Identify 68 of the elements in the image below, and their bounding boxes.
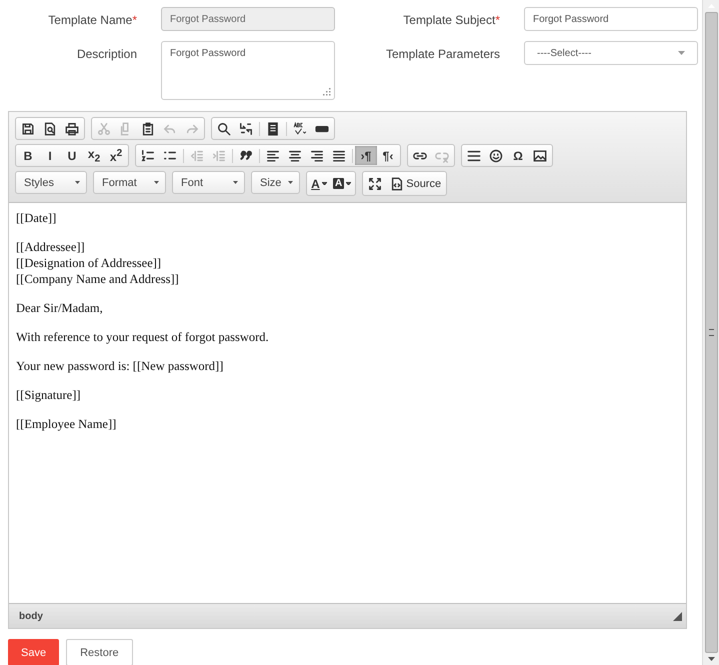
document-text: [[Designation of Addressee]] xyxy=(16,256,162,270)
horizontal-rule-icon xyxy=(467,148,481,162)
format-button[interactable]: I xyxy=(39,146,61,165)
document-text: With reference to your request of forgot password. xyxy=(16,330,269,344)
toolbar-dropdown[interactable]: Format xyxy=(93,171,166,194)
source-button[interactable]: Source xyxy=(386,174,446,193)
field-label: Description xyxy=(76,47,137,61)
text-area[interactable]: Forgot Password xyxy=(161,41,335,100)
clipboard-icon xyxy=(141,122,155,136)
scroll-down-arrow-icon[interactable] xyxy=(708,657,714,661)
toolbar-dropdown[interactable]: Font xyxy=(172,171,245,194)
justify-icon xyxy=(332,148,346,162)
indent-icon xyxy=(212,148,226,162)
maximize-icon xyxy=(368,176,382,190)
caret-icon xyxy=(154,181,159,184)
restore-button[interactable]: Restore xyxy=(66,639,133,665)
select-all-icon xyxy=(266,122,280,136)
text-field[interactable]: Forgot Password xyxy=(524,7,698,31)
replace-icon xyxy=(239,122,253,136)
toolbar-dropdown[interactable]: Size xyxy=(251,171,300,194)
format-button[interactable]: x$^{2}$ xyxy=(105,146,127,165)
background-color-button[interactable]: A xyxy=(330,174,354,193)
caret-icon xyxy=(346,182,352,185)
image-icon xyxy=(533,148,547,162)
field-label: Template Parameters xyxy=(386,47,500,61)
printer-icon xyxy=(65,122,79,136)
save-button[interactable]: Save xyxy=(8,639,60,665)
outdent-icon xyxy=(190,148,204,162)
document-text: [[Company Name and Address]] xyxy=(16,272,179,286)
document-text: [[Employee Name]] xyxy=(16,417,116,431)
scrollbar-thumb[interactable] xyxy=(704,12,718,653)
field-label: Template Name xyxy=(48,13,132,27)
document-text: [[Signature]] xyxy=(16,388,81,402)
format-button[interactable]: Ω xyxy=(507,146,529,165)
toolbar-dropdown[interactable]: Styles xyxy=(15,171,87,194)
format-button[interactable]: U xyxy=(61,146,83,165)
required-marker: * xyxy=(495,13,500,27)
document-icon xyxy=(390,176,404,190)
document-magnifier-icon xyxy=(43,122,57,136)
format-button[interactable]: ¶‹ xyxy=(377,146,399,165)
document-text: [[Addressee]] xyxy=(16,240,85,254)
resize-grip-icon[interactable] xyxy=(323,88,331,96)
required-marker: * xyxy=(132,13,137,27)
align-right-icon xyxy=(310,148,324,162)
caret-icon xyxy=(75,181,80,184)
document-text: Your new password is: [[New password]] xyxy=(16,359,224,373)
align-center-icon xyxy=(288,148,302,162)
caret-icon xyxy=(678,51,685,55)
numbered-list-icon xyxy=(141,148,155,162)
caret-icon xyxy=(233,181,238,184)
select-dropdown[interactable]: ----Select---- xyxy=(524,41,698,65)
scissors-icon xyxy=(97,122,111,136)
element-path[interactable]: body xyxy=(19,610,43,622)
field-label: Template Subject xyxy=(403,13,496,27)
smiley-icon xyxy=(489,148,503,162)
text-color-button[interactable]: A xyxy=(308,174,330,193)
document-text: [[Date]] xyxy=(16,211,56,225)
search-icon xyxy=(217,122,231,136)
format-button[interactable]: ›¶ xyxy=(355,146,377,165)
align-left-icon xyxy=(266,148,280,162)
spellcheck-icon xyxy=(293,122,307,136)
document-text: Dear Sir/Madam, xyxy=(16,301,103,315)
quote-icon xyxy=(239,148,253,162)
caret-icon xyxy=(322,182,327,185)
caret-icon xyxy=(288,181,293,184)
format-button[interactable]: B xyxy=(17,146,39,165)
format-button[interactable]: x$_{2}$ xyxy=(83,146,105,165)
resize-handle-icon[interactable] xyxy=(673,612,682,620)
